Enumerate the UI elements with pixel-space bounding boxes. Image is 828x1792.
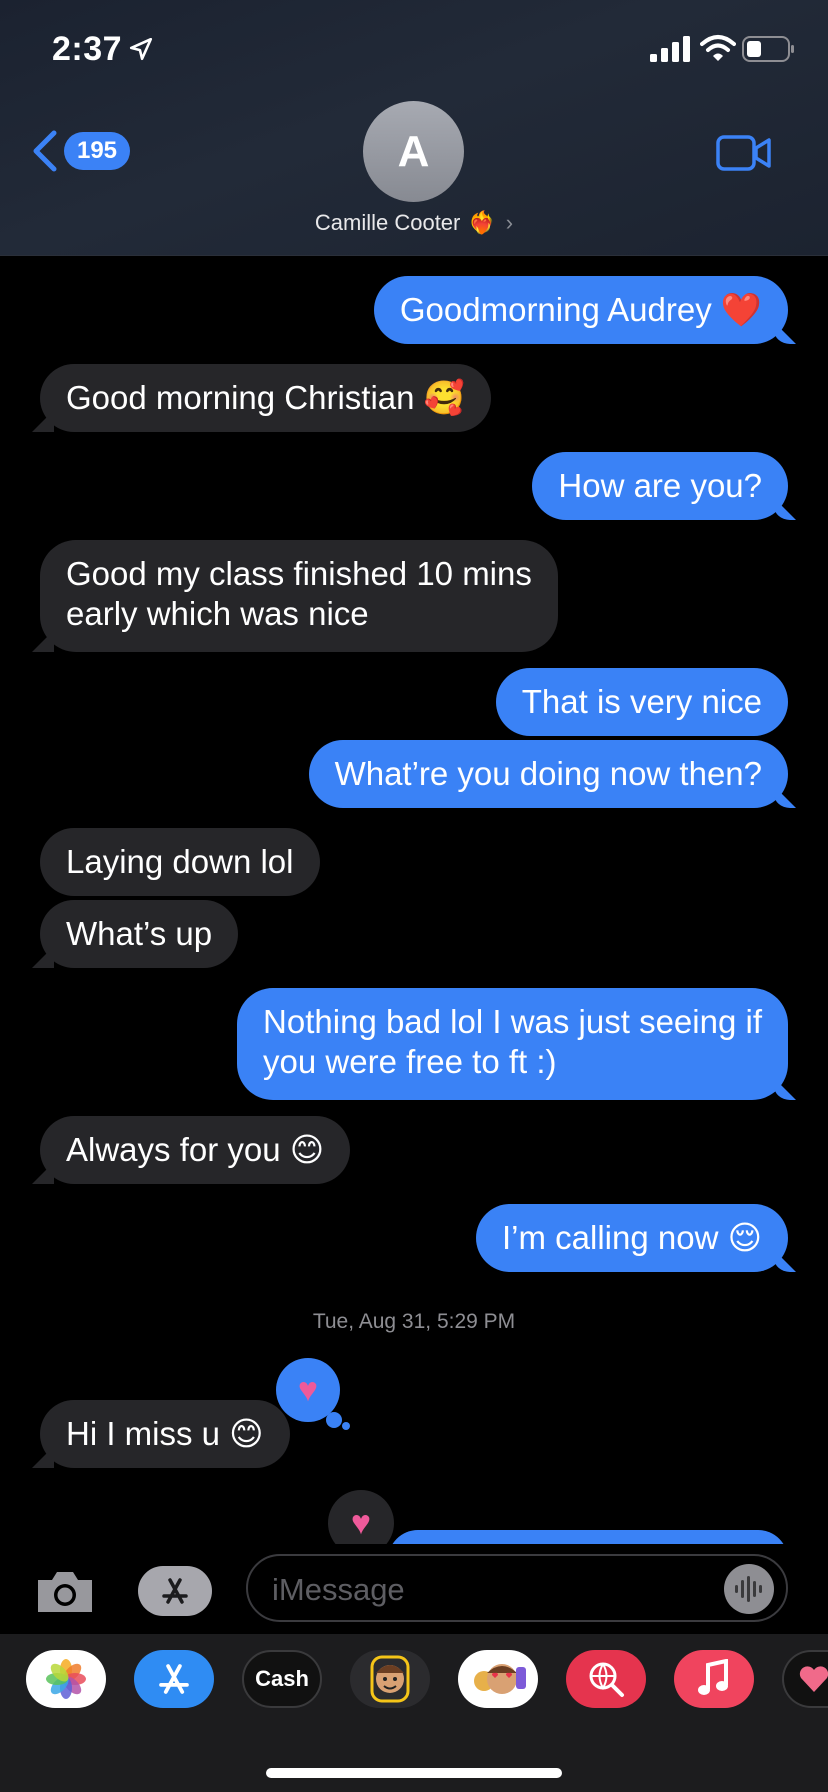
cellular-signal-icon <box>650 36 690 62</box>
wifi-icon <box>700 35 736 61</box>
music-note-icon <box>698 1659 728 1695</box>
imessage-placeholder: iMessage <box>272 1572 405 1607</box>
heart-icon <box>799 1666 828 1692</box>
app-store-app-icon[interactable] <box>134 1650 214 1708</box>
memoji-heart-eyes-icon <box>474 1664 526 1694</box>
message-bubble-received[interactable]: Hi I miss u 😊 <box>40 1400 290 1468</box>
imessage-input[interactable]: iMessage <box>246 1554 788 1622</box>
location-arrow-icon <box>129 37 153 61</box>
facetime-video-icon[interactable] <box>716 134 772 172</box>
compose-bar: iMessage <box>0 1544 828 1634</box>
message-bubble-sent[interactable]: What’re you doing now then? <box>308 740 788 808</box>
memoji-app-icon[interactable] <box>350 1650 430 1708</box>
apple-cash-app-icon[interactable]: Cash <box>242 1650 322 1708</box>
heart-on-fire-emoji: ❤️‍🔥 <box>468 210 496 235</box>
app-store-icon <box>162 1578 188 1604</box>
message-bubble-received[interactable]: Good morning Christian 🥰 <box>40 364 491 432</box>
memoji-face-icon <box>370 1655 410 1703</box>
photos-app-icon[interactable] <box>26 1650 106 1708</box>
status-time: 2:37 <box>52 30 123 68</box>
message-bubble-received[interactable]: Always for you 😊 <box>40 1116 351 1184</box>
globe-search-icon <box>589 1662 624 1697</box>
message-bubble-sent[interactable]: Goodmorning Audrey ❤️ <box>373 276 788 344</box>
chevron-left-icon <box>33 130 57 172</box>
battery-icon <box>742 36 794 62</box>
timestamp-time: 5:29 PM <box>436 1310 516 1333</box>
message-timestamp: Tue, Aug 31, 5:29 PM <box>0 1310 828 1334</box>
imessage-app-drawer: Cash <box>0 1634 828 1792</box>
message-bubble-sent[interactable]: I’m calling now 😌 <box>476 1204 788 1272</box>
memoji-stickers-app-icon[interactable] <box>458 1650 538 1708</box>
app-store-icon <box>159 1664 189 1694</box>
tapback-tail-dot <box>326 1412 342 1428</box>
unread-count-badge: 195 <box>64 132 130 170</box>
message-bubble-received[interactable]: Laying down lol <box>40 828 320 896</box>
web-images-search-app-icon[interactable] <box>566 1650 646 1708</box>
photos-flower-icon <box>46 1659 86 1699</box>
app-store-apps-button[interactable] <box>138 1566 212 1616</box>
apple-cash-label: Cash <box>255 1666 309 1691</box>
timestamp-day: Tue, Aug 31, <box>312 1310 432 1333</box>
chevron-right-icon: › <box>505 210 514 235</box>
waveform-icon <box>735 1576 762 1602</box>
message-bubble-sent[interactable]: That is very nice <box>495 668 788 736</box>
message-bubble-sent[interactable]: Nothing bad lol I was just seeing if you… <box>237 988 788 1100</box>
contact-name: Camille Cooter <box>314 210 461 235</box>
message-bubble-received[interactable]: Good my class finished 10 mins early whi… <box>40 540 558 652</box>
contact-name-row[interactable]: Camille Cooter ❤️‍🔥 › <box>0 210 828 236</box>
audio-message-button[interactable] <box>724 1564 774 1614</box>
conversation-header: 2:37 195 A Camille Cooter ❤️‍🔥 › <box>0 0 828 256</box>
digital-touch-app-icon[interactable] <box>782 1650 828 1708</box>
message-bubble-received[interactable]: What’s up <box>40 900 239 968</box>
back-button[interactable]: 195 <box>30 124 130 178</box>
message-bubble-sent[interactable]: How are you? <box>532 452 788 520</box>
camera-icon[interactable] <box>34 1568 96 1616</box>
music-app-icon[interactable] <box>674 1650 754 1708</box>
contact-avatar[interactable]: A <box>363 101 464 202</box>
tapback-tail-dot <box>342 1422 350 1430</box>
home-indicator[interactable] <box>266 1768 562 1778</box>
